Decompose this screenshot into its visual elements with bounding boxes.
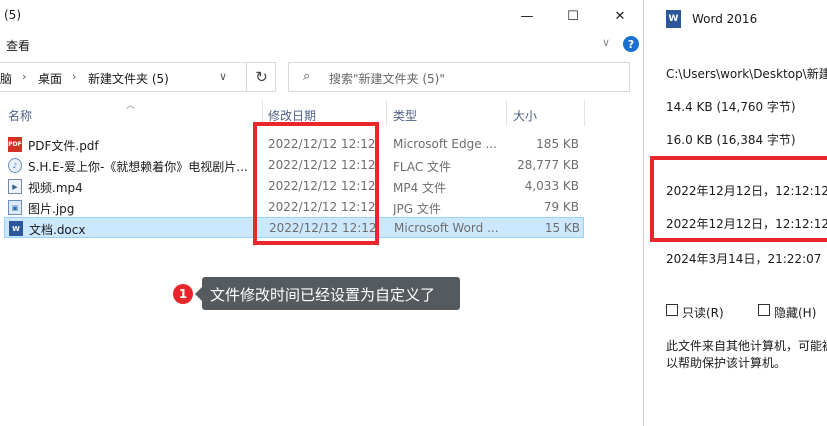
file-explorer-window: (5) — ☐ ✕ 查看 ∨ ? 脑 › 桌面 › 新建文件夹 (5) ∨ ↻ …	[0, 0, 643, 426]
accessed-value: 2024年3月14日，21:22:07	[666, 252, 822, 266]
address-bar[interactable]: 脑 › 桌面 › 新建文件夹 (5) ∨	[0, 62, 276, 92]
callout-number-badge: 1	[173, 284, 193, 304]
ribbon-bar: 查看 ∨	[0, 32, 643, 56]
column-divider[interactable]	[584, 100, 585, 126]
help-icon[interactable]: ?	[623, 36, 639, 52]
file-size: 28,777 KB	[517, 158, 579, 172]
breadcrumb-pc[interactable]: 脑	[0, 70, 12, 87]
minimize-button[interactable]: —	[504, 0, 550, 32]
hidden-checkbox[interactable]	[758, 304, 770, 316]
readonly-checkbox[interactable]	[666, 304, 678, 316]
size-value: 14.4 KB (14,760 字节)	[666, 100, 796, 114]
image-file-icon: ▣	[8, 200, 22, 215]
security-text: 此文件来自其他计算机，可能被	[666, 339, 827, 353]
breadcrumb-desktop[interactable]: 桌面	[38, 70, 62, 87]
location-value: C:\Users\work\Desktop\新建	[666, 67, 827, 81]
window-title: (5)	[4, 8, 21, 22]
word-file-icon: W	[9, 221, 23, 236]
breadcrumb-folder[interactable]: 新建文件夹 (5)	[88, 70, 169, 87]
column-divider[interactable]	[506, 100, 507, 126]
column-header-name[interactable]: 名称	[8, 107, 32, 124]
search-placeholder: 搜索"新建文件夹 (5)"	[329, 72, 445, 86]
opens-with-app: Word 2016	[692, 12, 758, 26]
close-button[interactable]: ✕	[597, 0, 643, 32]
file-name: 图片.jpg	[28, 202, 75, 216]
ribbon-expand-icon[interactable]: ∨	[602, 36, 610, 49]
highlight-box-times	[650, 156, 827, 242]
callout-tooltip: 文件修改时间已经设置为自定义了	[195, 277, 460, 310]
readonly-label: 只读(R)	[682, 306, 724, 320]
column-divider[interactable]	[386, 100, 387, 126]
properties-dialog: W Word 2016 C:\Users\work\Desktop\新建 14.…	[644, 0, 827, 426]
file-size: 4,033 KB	[524, 179, 579, 193]
size-on-disk-value: 16.0 KB (16,384 字节)	[666, 133, 796, 147]
video-file-icon: ▶	[8, 179, 22, 194]
search-input[interactable]: ⌕ 搜索"新建文件夹 (5)"	[288, 62, 630, 92]
address-dropdown-icon[interactable]: ∨	[219, 70, 227, 83]
file-size: 185 KB	[536, 137, 579, 151]
breadcrumb-separator-icon: ›	[22, 70, 27, 83]
title-bar: (5) — ☐ ✕	[0, 0, 643, 32]
tab-view[interactable]: 查看	[6, 37, 30, 54]
hidden-label: 隐藏(H)	[774, 306, 817, 320]
refresh-button[interactable]: ↻	[246, 62, 276, 92]
file-name: 文档.docx	[29, 223, 86, 237]
audio-file-icon: ♪	[8, 158, 22, 173]
maximize-button[interactable]: ☐	[550, 0, 596, 32]
file-type: FLAC 文件	[393, 160, 452, 174]
search-icon: ⌕	[303, 69, 311, 84]
file-type: Microsoft Word ...	[394, 221, 499, 235]
sort-ascending-icon: ︿	[126, 101, 136, 111]
breadcrumb-separator-icon: ›	[72, 70, 77, 83]
file-type: MP4 文件	[393, 181, 447, 195]
file-type: Microsoft Edge ...	[393, 137, 497, 151]
file-name: PDF文件.pdf	[28, 139, 99, 153]
column-header-size[interactable]: 大小	[513, 107, 537, 124]
file-type: JPG 文件	[393, 202, 441, 216]
file-size: 15 KB	[544, 221, 580, 235]
file-size: 79 KB	[543, 200, 579, 214]
file-name: 视频.mp4	[28, 181, 83, 195]
word-app-icon: W	[666, 10, 681, 28]
column-header-type[interactable]: 类型	[393, 107, 417, 124]
security-text-2: 以帮助保护该计算机。	[666, 356, 787, 370]
highlight-box-dates	[253, 122, 379, 245]
pdf-file-icon: PDF	[8, 137, 22, 152]
file-name: S.H.E-爱上你-《就想赖着你》电视剧片...	[28, 160, 248, 174]
